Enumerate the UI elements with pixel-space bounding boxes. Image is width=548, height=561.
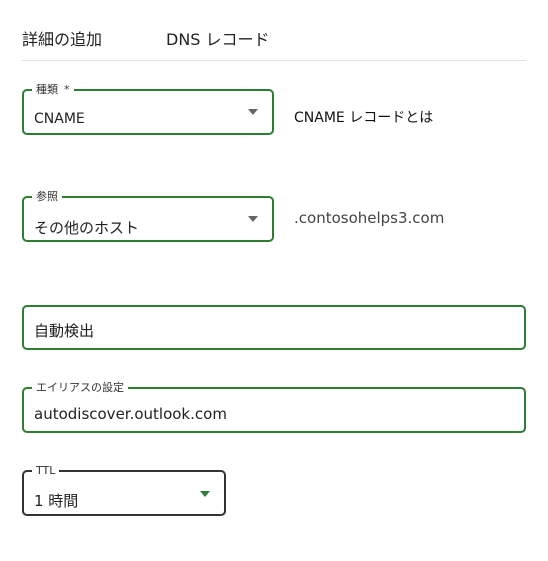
alias-target-value: autodiscover.outlook.com: [34, 405, 227, 423]
alias-target-input[interactable]: エイリアスの設定 autodiscover.outlook.com: [22, 381, 526, 433]
record-type-value: CNAME: [34, 111, 85, 127]
ttl-value: 1 時間: [34, 492, 79, 510]
host-name-value: 自動検出: [34, 322, 95, 340]
required-mark: *: [64, 83, 70, 96]
reference-legend: 参照: [32, 190, 62, 204]
ttl-select[interactable]: TTL 1 時間: [22, 464, 226, 516]
tab-details[interactable]: 詳細の追加: [22, 26, 102, 50]
chevron-down-icon: [200, 491, 210, 497]
cname-help-link[interactable]: CNAME レコードとは: [294, 107, 433, 127]
ttl-legend: TTL: [32, 464, 60, 478]
record-type-select[interactable]: 種類 * CNAME: [22, 83, 274, 135]
chevron-down-icon: [248, 109, 258, 115]
domain-suffix: .contosohelps3.com: [294, 209, 445, 227]
tab-bar: 詳細の追加 DNS レコード: [22, 26, 526, 61]
reference-value: その他のホスト: [34, 219, 140, 237]
tab-dns-records[interactable]: DNS レコード: [166, 26, 270, 50]
record-type-legend: 種類 *: [32, 83, 74, 97]
chevron-down-icon: [248, 216, 258, 222]
record-type-label: 種類: [36, 83, 58, 96]
alias-legend: エイリアスの設定: [32, 381, 128, 395]
host-name-input[interactable]: 自動検出: [22, 305, 526, 350]
reference-select[interactable]: 参照 その他のホスト: [22, 190, 274, 242]
